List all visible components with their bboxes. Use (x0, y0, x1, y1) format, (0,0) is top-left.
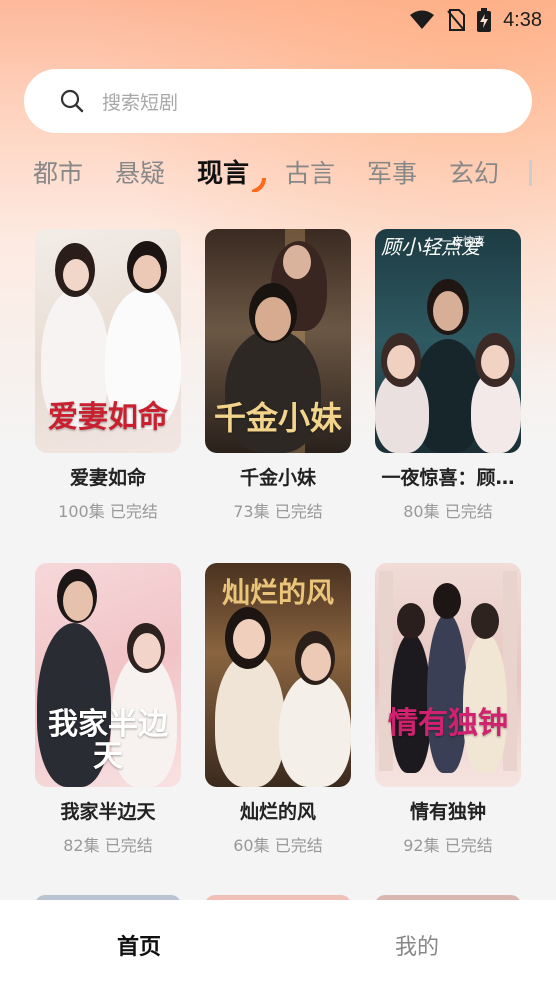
tab-xuanyi[interactable]: 悬疑 (115, 154, 165, 190)
drama-meta: 82集 已完结 (35, 832, 181, 856)
wifi-icon (410, 10, 435, 29)
drama-meta: 60集 已完结 (205, 832, 351, 856)
search-placeholder: 搜索短剧 (102, 91, 179, 114)
completion-status: 已完结 (274, 836, 323, 855)
tab-guyan[interactable]: 古言 (285, 154, 335, 190)
drama-meta: 100集 已完结 (35, 498, 181, 522)
nav-home[interactable]: 首页 (0, 900, 278, 990)
drama-poster: 顾小轻点爱 一夜惊喜 (375, 229, 521, 453)
episode-count: 100集 (58, 502, 105, 521)
battery-charging-icon (477, 8, 492, 32)
episode-count: 92集 (403, 836, 440, 855)
drama-poster: 千金小妹 (205, 229, 351, 453)
completion-status: 已完结 (104, 836, 153, 855)
tab-overflow-hint (529, 160, 532, 186)
active-tab-indicator (252, 178, 266, 192)
drama-card[interactable]: 爱妻如命 爱妻如命 100集 已完结 (35, 229, 181, 522)
search-icon (60, 89, 84, 113)
nav-mine[interactable]: 我的 (278, 900, 556, 990)
completion-status: 已完结 (444, 836, 493, 855)
drama-title: 一夜惊喜：顾… (381, 467, 515, 489)
drama-poster: 灿烂的风 (205, 563, 351, 787)
drama-card[interactable]: 我家半边天 我家半边天 82集 已完结 (35, 563, 181, 856)
drama-poster: 爱妻如命 (35, 229, 181, 453)
tab-xuanhuan[interactable]: 玄幻 (449, 154, 499, 190)
drama-card[interactable]: 顾小轻点爱 一夜惊喜 一夜惊喜：顾… 80集 已完结 (375, 229, 521, 522)
episode-count: 82集 (63, 836, 100, 855)
drama-card[interactable]: 千金小妹 千金小妹 73集 已完结 (205, 229, 351, 522)
completion-status: 已完结 (109, 502, 158, 521)
drama-poster: 我家半边天 (35, 563, 181, 787)
drama-title: 我家半边天 (60, 801, 156, 823)
completion-status: 已完结 (274, 502, 323, 521)
drama-card[interactable]: 情有独钟 情有独钟 92集 已完结 (375, 563, 521, 856)
drama-meta: 73集 已完结 (205, 498, 351, 522)
search-input[interactable]: 搜索短剧 (24, 69, 532, 133)
tab-dushi[interactable]: 都市 (33, 154, 83, 190)
drama-title: 情有独钟 (409, 801, 486, 823)
drama-card[interactable]: 灿烂的风 灿烂的风 60集 已完结 (205, 563, 351, 856)
status-bar: 4:38 (0, 0, 556, 40)
bottom-nav: 首页 我的 (0, 900, 556, 990)
drama-meta: 92集 已完结 (375, 832, 521, 856)
clock: 4:38 (503, 8, 542, 31)
completion-status: 已完结 (444, 502, 493, 521)
drama-title: 千金小妹 (239, 467, 316, 489)
no-sim-icon (447, 9, 466, 31)
episode-count: 80集 (403, 502, 440, 521)
tab-xianyan[interactable]: 现言 (197, 153, 249, 190)
category-tabs: 都市 悬疑 现言 古言 军事 玄幻 (0, 150, 556, 196)
drama-poster: 情有独钟 (375, 563, 521, 787)
tab-junshi[interactable]: 军事 (367, 154, 417, 190)
episode-count: 73集 (233, 502, 270, 521)
drama-meta: 80集 已完结 (375, 498, 521, 522)
drama-title: 灿烂的风 (239, 801, 316, 823)
drama-title: 爱妻如命 (69, 467, 146, 489)
episode-count: 60集 (233, 836, 270, 855)
